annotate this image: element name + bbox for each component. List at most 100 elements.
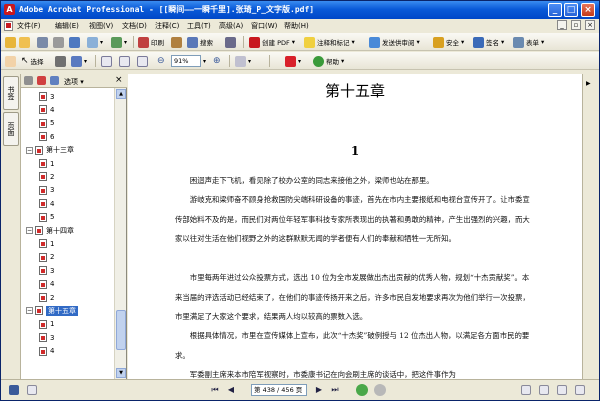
hand-tool-icon[interactable]	[5, 55, 16, 67]
previous-page-icon[interactable]: ◀	[225, 384, 237, 396]
menu-advanced[interactable]: 高级(A)	[219, 21, 243, 31]
bookmark-chapter[interactable]: − 第十五章	[26, 304, 78, 317]
show-navigation-icon[interactable]	[9, 385, 19, 395]
organizer-icon[interactable]	[87, 36, 98, 48]
save-icon[interactable]	[37, 36, 48, 48]
bookmark-chapter[interactable]: − 第十四章	[26, 224, 74, 237]
bookmark-item[interactable]: 6	[39, 130, 54, 143]
single-page-icon[interactable]	[101, 55, 112, 67]
bookmark-label: 4	[50, 105, 55, 114]
send-review-button[interactable]: 发送供审阅 ▾	[369, 36, 420, 48]
attach-icon[interactable]	[111, 36, 122, 48]
bookmark-item[interactable]: 4	[39, 197, 54, 210]
next-page-icon[interactable]: ▶	[313, 384, 325, 396]
sign-button[interactable]: 签名 ▾	[473, 36, 504, 48]
menu-tools[interactable]: 工具(T)	[187, 21, 211, 31]
select-tool-button[interactable]: ↖ 选择	[21, 55, 44, 67]
scroll-up-icon[interactable]: ▲	[116, 89, 126, 99]
rotate-view-icon[interactable]	[235, 55, 246, 67]
expand-bookmark-icon[interactable]	[50, 76, 59, 85]
scroll-down-icon[interactable]: ▼	[116, 368, 126, 378]
bookmark-chapter[interactable]: − 第十三章	[26, 144, 74, 157]
continuous-facing-icon[interactable]	[575, 385, 585, 395]
bookmark-item[interactable]: 1	[39, 318, 54, 331]
menu-file[interactable]: 文件(F)	[17, 21, 41, 31]
bookmark-item[interactable]: 4	[39, 345, 54, 358]
help-button[interactable]: 帮助 ▾	[313, 55, 344, 67]
bookmarks-scrollbar[interactable]: ▲ ▼	[114, 88, 126, 379]
bookmark-item[interactable]: 3	[39, 264, 54, 277]
document-icon[interactable]	[4, 21, 13, 31]
bookmark-item[interactable]: 5	[39, 117, 54, 130]
bookmark-item[interactable]: 2	[39, 170, 54, 183]
continuous-layout-icon[interactable]	[539, 385, 549, 395]
bookmark-item[interactable]: 3	[39, 184, 54, 197]
menu-help[interactable]: 帮助(H)	[284, 21, 309, 31]
options-menu[interactable]: 选项 ▾	[64, 77, 84, 87]
zoom-out-icon[interactable]: ⊖	[157, 56, 165, 66]
first-page-icon[interactable]: ⏮	[209, 384, 221, 396]
previous-view-icon[interactable]	[356, 384, 368, 396]
bookmark-tree: 3 4 5 6 − 第十三章 1 2 3 4 5 − 第十四章 1 2 3 4 2 − 第十五章 1 3 4	[21, 90, 115, 379]
zoom-level-field[interactable]: 91%	[171, 55, 201, 67]
expand-toggle-icon[interactable]: −	[26, 146, 33, 154]
close-button[interactable]: ×	[581, 3, 595, 17]
read-mode-icon[interactable]	[171, 36, 182, 48]
comment-markup-button[interactable]: 注释和标记 ▾	[304, 36, 355, 48]
zoom-tool-icon[interactable]	[71, 55, 82, 67]
bookmark-item[interactable]: 1	[39, 237, 54, 250]
menu-edit[interactable]: 编辑(E)	[55, 21, 79, 31]
options-arrow-icon[interactable]: ▶	[586, 80, 591, 87]
panel-close-icon[interactable]: ×	[115, 75, 123, 85]
secure-button[interactable]: 安全 ▾	[433, 36, 464, 48]
document-scrollbar[interactable]: ▶	[582, 74, 599, 379]
bookmark-item[interactable]: 2	[39, 251, 54, 264]
bookmark-item[interactable]: 3	[39, 331, 54, 344]
email-icon[interactable]	[69, 36, 80, 48]
bookmark-item[interactable]: 1	[39, 157, 54, 170]
ebook-icon[interactable]	[225, 36, 236, 48]
fit-width-icon[interactable]	[119, 55, 130, 67]
doc-close-button[interactable]: ×	[585, 20, 595, 30]
page-size-icon[interactable]	[27, 385, 37, 395]
forms-button[interactable]: 表单 ▾	[513, 36, 544, 48]
expand-toggle-icon[interactable]: −	[26, 307, 33, 315]
yahoo-icon[interactable]	[285, 55, 296, 67]
menu-window[interactable]: 窗口(W)	[251, 21, 277, 31]
snapshot-icon[interactable]	[55, 55, 66, 67]
tab-bookmarks[interactable]: 书签	[3, 76, 19, 110]
document-view[interactable]: 第十五章 1 困迴声走下飞机，看见除了校办公室的同志来接他之外，梁师也站在那里。…	[128, 74, 582, 379]
open-folder-icon[interactable]	[19, 36, 30, 48]
bookmark-item[interactable]: 5	[39, 211, 54, 224]
menu-view[interactable]: 视图(V)	[89, 21, 113, 31]
create-pdf-button[interactable]: 创建 PDF ▾	[249, 36, 295, 48]
page-number-field[interactable]: 第 438 / 456 页	[251, 384, 307, 396]
doc-restore-button[interactable]: ▫	[571, 20, 581, 30]
maximize-button[interactable]: □	[564, 3, 578, 17]
tab-pages[interactable]: 页面	[3, 112, 19, 146]
doc-minimize-button[interactable]: _	[557, 20, 567, 30]
zoom-dropdown-icon[interactable]: ▾	[203, 58, 206, 65]
bookmark-item[interactable]: 2	[39, 291, 54, 304]
facing-layout-icon[interactable]	[557, 385, 567, 395]
last-page-icon[interactable]: ⏭	[329, 384, 341, 396]
bookmark-item[interactable]: 4	[39, 103, 54, 116]
search-button[interactable]: 搜索	[187, 36, 213, 48]
next-view-icon[interactable]	[374, 384, 386, 396]
bookmark-item[interactable]: 4	[39, 278, 54, 291]
new-document-icon[interactable]	[5, 36, 16, 48]
bookmark-item[interactable]: 3	[39, 90, 54, 103]
new-bookmark-icon[interactable]	[37, 76, 46, 85]
bookmarks-scroll-thumb[interactable]	[116, 310, 126, 350]
minimize-button[interactable]: _	[548, 3, 562, 17]
bookmark-label: 第十五章	[46, 305, 78, 316]
zoom-in-icon[interactable]: ⊕	[213, 56, 221, 66]
delete-bookmark-icon[interactable]	[24, 76, 33, 85]
print-icon[interactable]	[53, 36, 64, 48]
print-production-button[interactable]: 印刷	[138, 36, 164, 48]
menu-document[interactable]: 文档(D)	[122, 21, 147, 31]
menu-comments[interactable]: 注释(C)	[155, 21, 179, 31]
expand-toggle-icon[interactable]: −	[26, 227, 33, 234]
single-page-layout-icon[interactable]	[521, 385, 531, 395]
fit-page-icon[interactable]	[137, 55, 148, 67]
